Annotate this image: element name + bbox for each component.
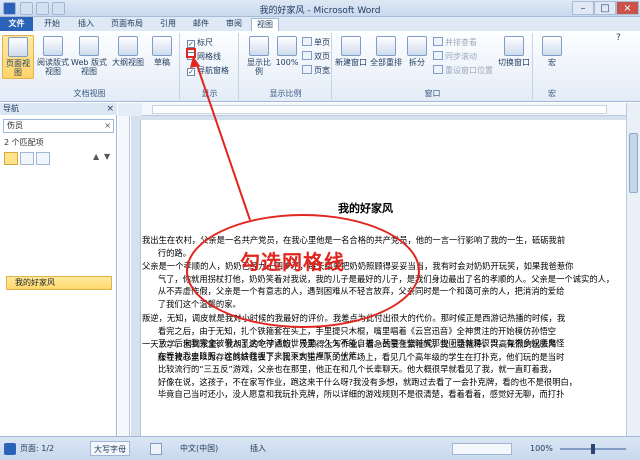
sync-scroll-button[interactable]: 同步滚动 [433,51,477,62]
outline-button[interactable]: 大纲视图 [110,35,146,79]
nav-pane-header: 导航 × [0,103,117,115]
tab-insert[interactable]: 插入 [72,18,100,31]
search-value: 伤员 [7,121,23,130]
web-view-icon [79,36,99,56]
group-label: 宏 [548,89,556,98]
tab-page-layout[interactable]: 页面布局 [105,18,149,31]
one-page-button[interactable]: 单页 [302,37,330,48]
reading-layout-button[interactable]: 阅读版式 视图 [37,35,69,79]
outline-view-icon [118,36,138,56]
magnifier-icon [249,36,269,56]
document-title: 我的好家风 [338,202,393,215]
group-label: 文档视图 [73,89,106,98]
view-shortcuts[interactable] [452,443,512,455]
arrange-all-icon [376,36,396,56]
nav-search-input[interactable]: 伤员 × [3,119,114,133]
switch-windows-button[interactable]: 切换窗口 [497,35,531,79]
draft-view-icon [152,36,172,56]
close-icon[interactable]: × [106,103,114,115]
reset-window-position-button[interactable]: 重设窗口位置 [433,65,493,76]
minimize-icon[interactable]: – [572,1,594,15]
arrange-all-button[interactable]: 全部重排 [369,35,403,79]
zoom-slider-thumb[interactable] [591,444,595,454]
tab-file[interactable]: 文件 [0,17,33,31]
macros-button[interactable]: 宏 [537,35,567,79]
next-result-icon[interactable]: ▼ [104,152,110,161]
split-icon [407,36,427,56]
gridlines-highlight-box [186,48,196,58]
macro-icon [542,36,562,56]
group-zoom: 显示比例 100% 单页 双页 页宽 显示比例 [240,33,332,100]
caps-indicator: 大写字母 [90,441,130,456]
language-indicator[interactable]: 中文(中国) [180,441,218,456]
page-view-icon [8,37,28,57]
help-icon[interactable]: ? [616,33,621,44]
page-width-button[interactable]: 页宽 [302,65,330,76]
print-layout-button[interactable]: 页面视图 [2,35,34,79]
ribbon: 页面视图 阅读版式 视图 Web 版式视图 大纲视图 草稿 文档视图 ✓ 标尺 网… [0,31,640,102]
status-bar: 页面: 1/2 大写字母 中文(中国) 插入 100% [0,436,640,460]
vertical-scrollbar[interactable] [626,103,640,436]
group-label: 显示 [201,89,218,98]
ruler-checkbox[interactable]: ✓ 标尺 [187,37,213,48]
nav-view-tabs [4,152,64,166]
prev-result-icon[interactable]: ▲ [93,152,99,161]
title-bar: 我的好家风 - Microsoft Word – □ × [0,0,640,17]
zoom-button[interactable]: 显示比例 [244,35,274,79]
maximize-icon[interactable]: □ [594,1,616,15]
tab-view[interactable]: 视图 [251,18,279,31]
close-icon[interactable]: × [616,1,639,15]
start-icon[interactable] [4,443,16,455]
nav-pane-checkbox[interactable]: ✓ 导航窗格 [187,65,229,76]
side-by-side-button[interactable]: 并排查看 [433,37,477,48]
nav-heading-item[interactable]: 我的好家风 [6,276,112,290]
reading-view-icon [43,36,63,56]
nav-pane-title: 导航 [3,104,19,113]
split-button[interactable]: 拆分 [405,35,429,79]
vertical-ruler[interactable] [118,116,130,436]
group-document-views: 页面视图 阅读版式 视图 Web 版式视图 大纲视图 草稿 文档视图 [0,33,180,100]
draft-button[interactable]: 草稿 [148,35,176,79]
hundred-percent-icon [277,36,297,56]
web-layout-button[interactable]: Web 版式视图 [71,35,107,79]
ruler-corner [118,103,142,116]
pages-view-icon[interactable] [20,152,34,165]
tab-home[interactable]: 开始 [38,18,66,31]
two-pages-button[interactable]: 双页 [302,51,330,62]
window-title: 我的好家风 - Microsoft Word [259,6,381,16]
paragraph-4: 一天放学，回到家里，我胡乱的吃了点饭，没顾得上写作业，看急的要上紧箍咒，提上金箍… [142,339,578,400]
group-label: 窗口 [424,89,441,98]
new-window-icon [341,36,361,56]
match-count: 2 个匹配项 [4,138,44,147]
new-window-button[interactable]: 新建窗口 [335,35,367,79]
group-macros: 宏 宏 [534,33,570,100]
horizontal-ruler[interactable] [142,103,626,116]
ribbon-tabs: 文件 开始 插入 页面布局 引用 邮件 审阅 视图 [0,17,640,31]
zoom-level[interactable]: 100% [530,441,553,456]
group-show: ✓ 标尺 网格线 ✓ 导航窗格 显示 [181,33,239,100]
zoom-100-button[interactable]: 100% [274,35,300,79]
tab-references[interactable]: 引用 [154,18,182,31]
moon-icon[interactable] [150,443,162,455]
clear-search-icon[interactable]: × [104,120,111,132]
navigation-pane: 导航 × 伤员 × 2 个匹配项 ▲ ▼ 我的好家风 [0,103,117,436]
group-window: 新建窗口 全部重排 拆分 并排查看 同步滚动 重设窗口位置 切换窗口 窗口 [333,33,533,100]
group-label: 显示比例 [269,89,302,98]
results-view-icon[interactable] [36,152,50,165]
annotation-text: 勾选网格线 [240,250,345,274]
headings-view-icon[interactable] [4,152,18,165]
scrollbar-thumb[interactable] [629,133,638,193]
page-indicator[interactable]: 页面: 1/2 [20,441,54,456]
insert-mode-indicator[interactable]: 插入 [250,441,266,456]
tab-review[interactable]: 审阅 [220,18,248,31]
switch-windows-icon [504,36,524,56]
tab-mailings[interactable]: 邮件 [187,18,215,31]
